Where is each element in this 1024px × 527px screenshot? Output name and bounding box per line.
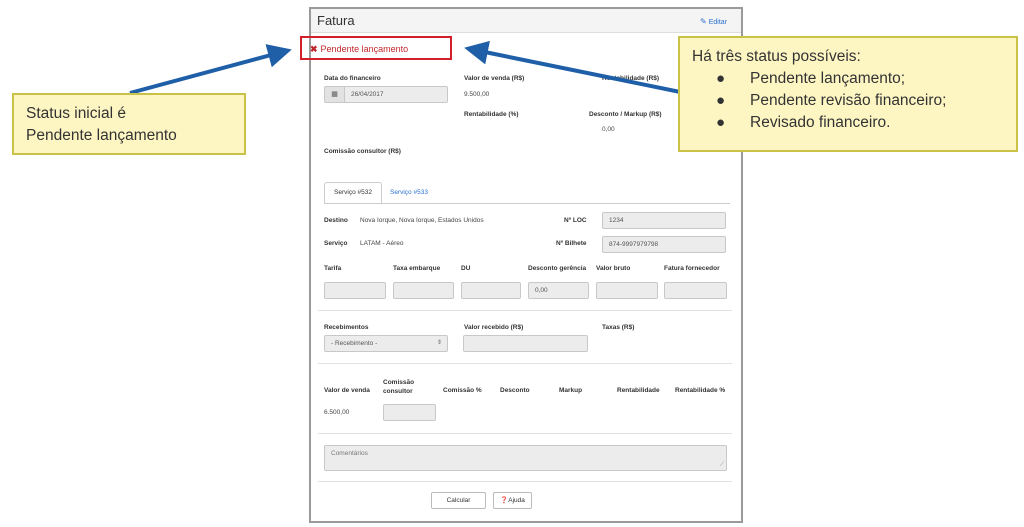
comentarios-textarea[interactable]: Comentários ⟋ [324,445,727,471]
panel-header: Fatura ✎ Editar [311,9,741,33]
resumo-comissao-field[interactable] [383,404,436,421]
valor-bruto-label: Valor bruto [596,265,631,272]
status-label: ✖ Pendente lançamento [310,44,408,55]
edit-label: Editar [708,19,727,26]
bullet-icon: ● [716,70,726,87]
bullet-icon: ● [716,114,726,131]
callout-possible-statuses: Há três status possíveis: ● Pendente lanç… [678,36,1018,152]
destino-value: Nova Iorque, Nova Iorque, Estados Unidos [360,217,484,224]
comentarios-placeholder: Comentários [331,450,368,457]
resumo-comissao-pct-label: Comissão % [443,387,482,394]
calendar-icon[interactable]: ▦ [324,86,344,103]
servico-label: Serviço [324,240,348,247]
callout-left-line2: Pendente lançamento [26,127,177,144]
recebimento-select-value: - Recebimento - [331,340,378,347]
recebimentos-label: Recebimentos [324,324,369,331]
bilhete-field[interactable]: 874-9997979798 [602,236,726,253]
callout-right-item: ● Pendente revisão financeiro; [692,90,1004,112]
resumo-rentabilidade-label: Rentabilidade [617,387,660,394]
select-arrows-icon: ⇕ [436,340,442,346]
callout-right-item-text: Pendente revisão financeiro; [750,92,947,109]
stage: Fatura ✎ Editar ✖ Pendente lançamento Data… [0,0,1024,527]
callout-right-item-text: Revisado financeiro. [750,114,891,131]
valor-recebido-label: Valor recebido (R$) [464,324,524,331]
bullet-icon: ● [716,92,726,109]
desconto-markup-value: 0,00 [602,126,615,133]
edit-link[interactable]: ✎ Editar [700,17,727,26]
calcular-button[interactable]: Calcular [431,492,486,509]
desconto-markup-label: Desconto / Markup (R$) [589,111,662,118]
resize-grip-icon[interactable]: ⟋ [720,462,724,469]
arrow-left [129,44,292,95]
callout-right-item-text: Pendente lançamento; [750,70,906,87]
divider [318,433,732,434]
servico-value: LATAM - Aéreo [360,240,404,247]
tarifa-field[interactable] [324,282,386,299]
du-field[interactable] [461,282,521,299]
tab-servico-532[interactable]: Serviço #532 [324,182,382,204]
callout-right-item: ● Pendente lançamento; [692,68,1004,90]
callout-right-item: ● Revisado financeiro. [692,112,1004,134]
callout-initial-status: Status inicial é Pendente lançamento [12,93,246,155]
data-financeiro-field[interactable]: 26/04/2017 [344,86,448,103]
ajuda-label: Ajuda [508,497,525,504]
resumo-desconto-label: Desconto [500,387,530,394]
resumo-valor-venda-value: 6.500,00 [324,409,350,416]
loc-label: Nº LOC [564,217,587,224]
status-highlight-box: ✖ Pendente lançamento [300,36,452,60]
status-text: Pendente lançamento [320,44,409,54]
valor-venda-value: 9.500,00 [464,91,490,98]
loc-field[interactable]: 1234 [602,212,726,229]
valor-bruto-field[interactable] [596,282,658,299]
fatura-fornecedor-label: Fatura fornecedor [664,265,720,272]
pencil-icon: ✎ [700,17,707,26]
fatura-fornecedor-field[interactable] [664,282,727,299]
taxas-label: Taxas (R$) [602,324,635,331]
taxa-embarque-field[interactable] [393,282,454,299]
resumo-valor-venda-label: Valor de venda [324,387,370,394]
comissao-consultor-label: Comissão consultor (R$) [324,148,401,155]
tab-divider [324,203,730,204]
rentabilidade-label: Rentabilidade (R$) [602,75,660,82]
resumo-markup-label: Markup [559,387,583,394]
resumo-rentabilidade-pct-label: Rentabilidade % [675,387,726,394]
valor-venda-label: Valor de venda (R$) [464,75,525,82]
rentabilidade-pct-label: Rentabilidade (%) [464,111,519,118]
tab-servico-533[interactable]: Serviço #533 [390,189,428,196]
close-icon: ✖ [310,44,318,54]
valor-recebido-field[interactable] [463,335,588,352]
divider [318,310,732,311]
tarifa-label: Tarifa [324,265,342,272]
callout-right-title: Há três status possíveis: [692,48,861,65]
taxa-embarque-label: Taxa embarque [393,265,441,272]
du-label: DU [461,265,471,272]
recebimento-select[interactable]: - Recebimento - ⇕ [324,335,448,352]
desconto-gerencia-label: Desconto gerência [528,265,587,272]
bilhete-label: Nº Bilhete [556,240,587,247]
data-financeiro-label: Data do financeiro [324,75,381,82]
divider [318,481,732,482]
desconto-gerencia-field[interactable]: 0,00 [528,282,589,299]
destino-label: Destino [324,217,348,224]
panel-title: Fatura [317,13,355,28]
callout-left-line1: Status inicial é [26,105,126,122]
divider [318,363,732,364]
resumo-comissao-consultor-label: Comissão consultor [383,379,415,395]
ajuda-button[interactable]: ❓Ajuda [493,492,532,509]
